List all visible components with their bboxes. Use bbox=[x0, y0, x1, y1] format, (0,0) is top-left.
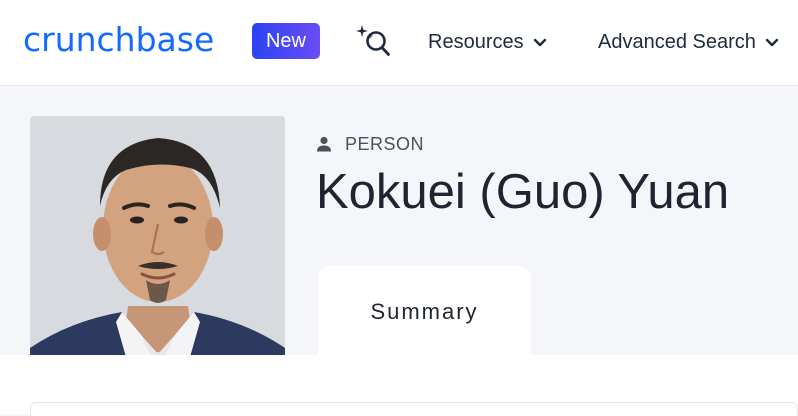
entity-type-row: PERSON bbox=[316, 133, 424, 155]
new-badge[interactable]: New bbox=[252, 23, 320, 59]
person-name-heading: Kokuei (Guo) Yuan bbox=[316, 165, 730, 219]
advanced-search-menu[interactable]: Advanced Search bbox=[598, 28, 779, 56]
profile-photo bbox=[30, 116, 285, 371]
chevron-down-icon bbox=[766, 38, 779, 46]
tab-summary-label: Summary bbox=[370, 299, 479, 324]
top-navigation-bar: crunchbase New Resources Advanced Search bbox=[0, 0, 798, 86]
tab-summary[interactable]: Summary bbox=[318, 266, 531, 356]
resources-label: Resources bbox=[428, 31, 524, 53]
chevron-down-icon bbox=[533, 38, 547, 46]
sparkle-search-icon[interactable] bbox=[354, 23, 392, 59]
advanced-search-label: Advanced Search bbox=[598, 31, 756, 53]
person-icon bbox=[317, 136, 331, 152]
entity-type-label: PERSON bbox=[345, 133, 425, 154]
crunchbase-logo[interactable]: crunchbase bbox=[23, 20, 214, 60]
resources-menu[interactable]: Resources bbox=[428, 28, 547, 56]
